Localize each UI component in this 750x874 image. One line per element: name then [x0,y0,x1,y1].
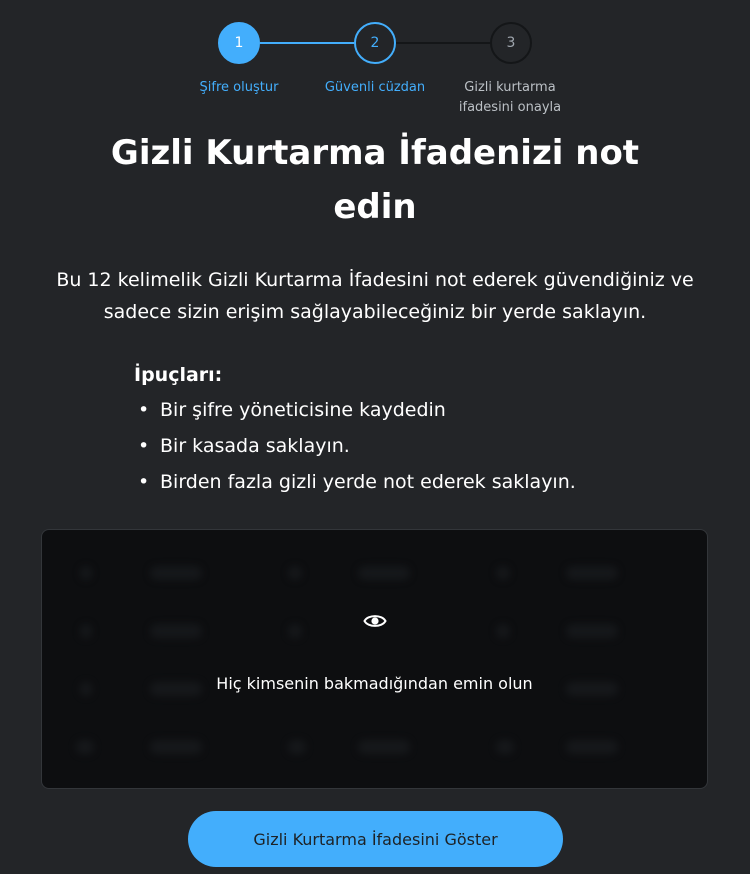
step-1-label: Şifre oluştur [199,80,279,95]
tips-list: • Bir şifre yöneticisine kaydedin • Bir ka… [134,392,694,500]
page-title: Gizli Kurtarma İfadenizi not edin [110,133,640,227]
tip-item: • Bir şifre yöneticisine kaydedin [134,392,694,428]
bullet-icon: • [138,399,150,421]
tips-section: İpuçları: • Bir şifre yöneticisine kayded… [134,358,694,500]
step-3-label: Gizli kurtarma ifadesini onayla [458,80,562,115]
tip-item: • Bir kasada saklayın. [134,428,694,464]
reveal-phrase-button[interactable]: Gizli Kurtarma İfadesini Göster [188,811,563,867]
reveal-warning-text: Hiç kimsenin bakmadığından emin olun [216,674,533,693]
secret-phrase-box[interactable]: Hiç kimsenin bakmadığından emin olun [41,529,708,789]
tips-title: İpuçları: [134,364,223,386]
page-description: Bu 12 kelimelik Gizli Kurtarma İfadesini… [56,269,694,323]
step-2-indicator: 2 [354,22,396,64]
tip-item: • Birden fazla gizli yerde not ederek sak… [134,464,694,500]
bullet-icon: • [138,471,150,493]
step-connector-pending [396,42,490,44]
step-1-indicator: 1 [218,22,260,64]
tip-text: Bir şifre yöneticisine kaydedin [160,399,446,421]
blurred-phrase-grid [42,530,707,788]
step-3-indicator: 3 [490,22,532,64]
tip-text: Birden fazla gizli yerde not ederek sakl… [160,471,576,493]
step-2-label: Güvenli cüzdan [324,80,426,95]
tip-text: Bir kasada saklayın. [160,435,350,457]
step-connector-completed [260,42,354,44]
eye-icon [363,615,387,627]
progress-stepper: 1 2 3 Şifre oluştur Güvenli cüzdan Gizli… [0,0,750,120]
bullet-icon: • [138,435,150,457]
